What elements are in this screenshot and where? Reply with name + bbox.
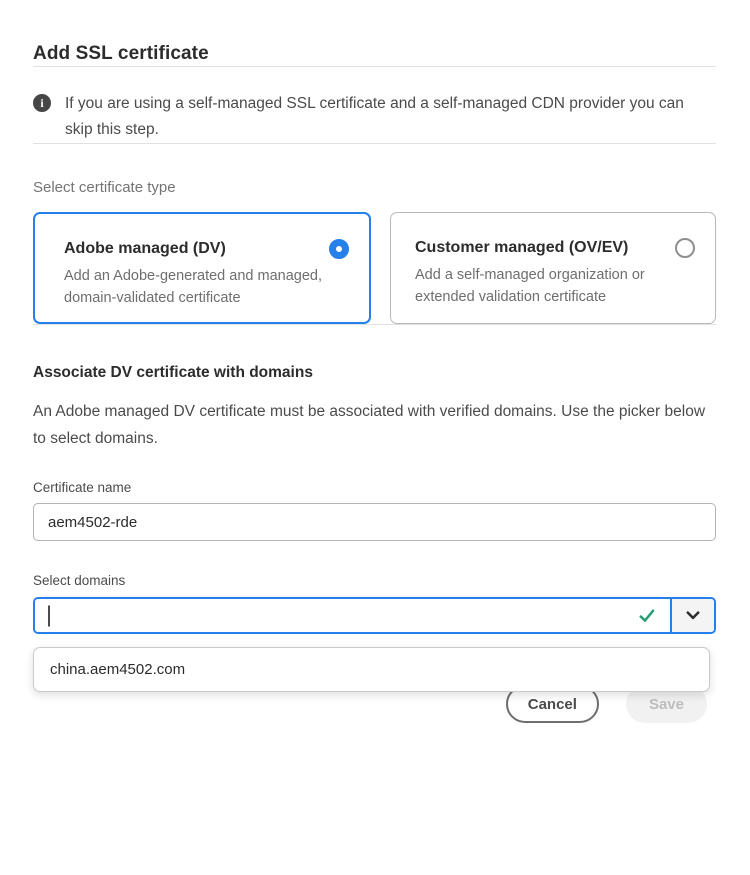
- cert-type-options: Adobe managed (DV) Add an Adobe-generate…: [33, 212, 716, 324]
- card-title: Adobe managed (DV): [64, 239, 226, 259]
- card-header: Customer managed (OV/EV): [415, 238, 695, 258]
- select-domains-combobox[interactable]: [33, 597, 716, 634]
- divider: [33, 324, 716, 325]
- dv-section-heading: Associate DV certificate with domains: [33, 363, 716, 383]
- chevron-down-button[interactable]: [670, 599, 714, 632]
- add-ssl-certificate-dialog: Add SSL certificate i If you are using a…: [0, 42, 750, 723]
- card-description: Add an Adobe-generated and managed, doma…: [64, 265, 326, 309]
- select-domains-label: Select domains: [33, 573, 716, 589]
- info-note-text: If you are using a self-managed SSL cert…: [65, 91, 711, 143]
- card-description: Add a self-managed organization or exten…: [415, 264, 677, 308]
- select-domains-input[interactable]: [35, 599, 670, 632]
- card-title: Customer managed (OV/EV): [415, 238, 628, 258]
- card-header: Adobe managed (DV): [64, 239, 349, 259]
- checkmark-icon: [639, 609, 655, 623]
- cert-type-card-customer-managed[interactable]: Customer managed (OV/EV) Add a self-mana…: [390, 212, 716, 324]
- chevron-down-icon: [686, 611, 700, 620]
- domain-option[interactable]: china.aem4502.com: [34, 648, 709, 691]
- info-icon: i: [33, 94, 51, 112]
- certificate-name-input[interactable]: [33, 503, 716, 541]
- text-cursor: [48, 605, 50, 626]
- page-title: Add SSL certificate: [33, 42, 716, 66]
- domains-dropdown: china.aem4502.com: [33, 647, 710, 692]
- divider: [33, 66, 716, 67]
- radio-selected-icon[interactable]: [329, 239, 349, 259]
- select-domains-input-area: [35, 599, 670, 632]
- select-domains-combobox-wrap: china.aem4502.com: [33, 597, 716, 634]
- radio-unselected-icon[interactable]: [675, 238, 695, 258]
- info-note: i If you are using a self-managed SSL ce…: [33, 91, 716, 143]
- dv-section-description: An Adobe managed DV certificate must be …: [33, 398, 716, 452]
- cert-type-label: Select certificate type: [33, 178, 716, 198]
- divider: [33, 143, 716, 144]
- certificate-name-label: Certificate name: [33, 480, 716, 496]
- cert-type-card-adobe-managed[interactable]: Adobe managed (DV) Add an Adobe-generate…: [33, 212, 371, 324]
